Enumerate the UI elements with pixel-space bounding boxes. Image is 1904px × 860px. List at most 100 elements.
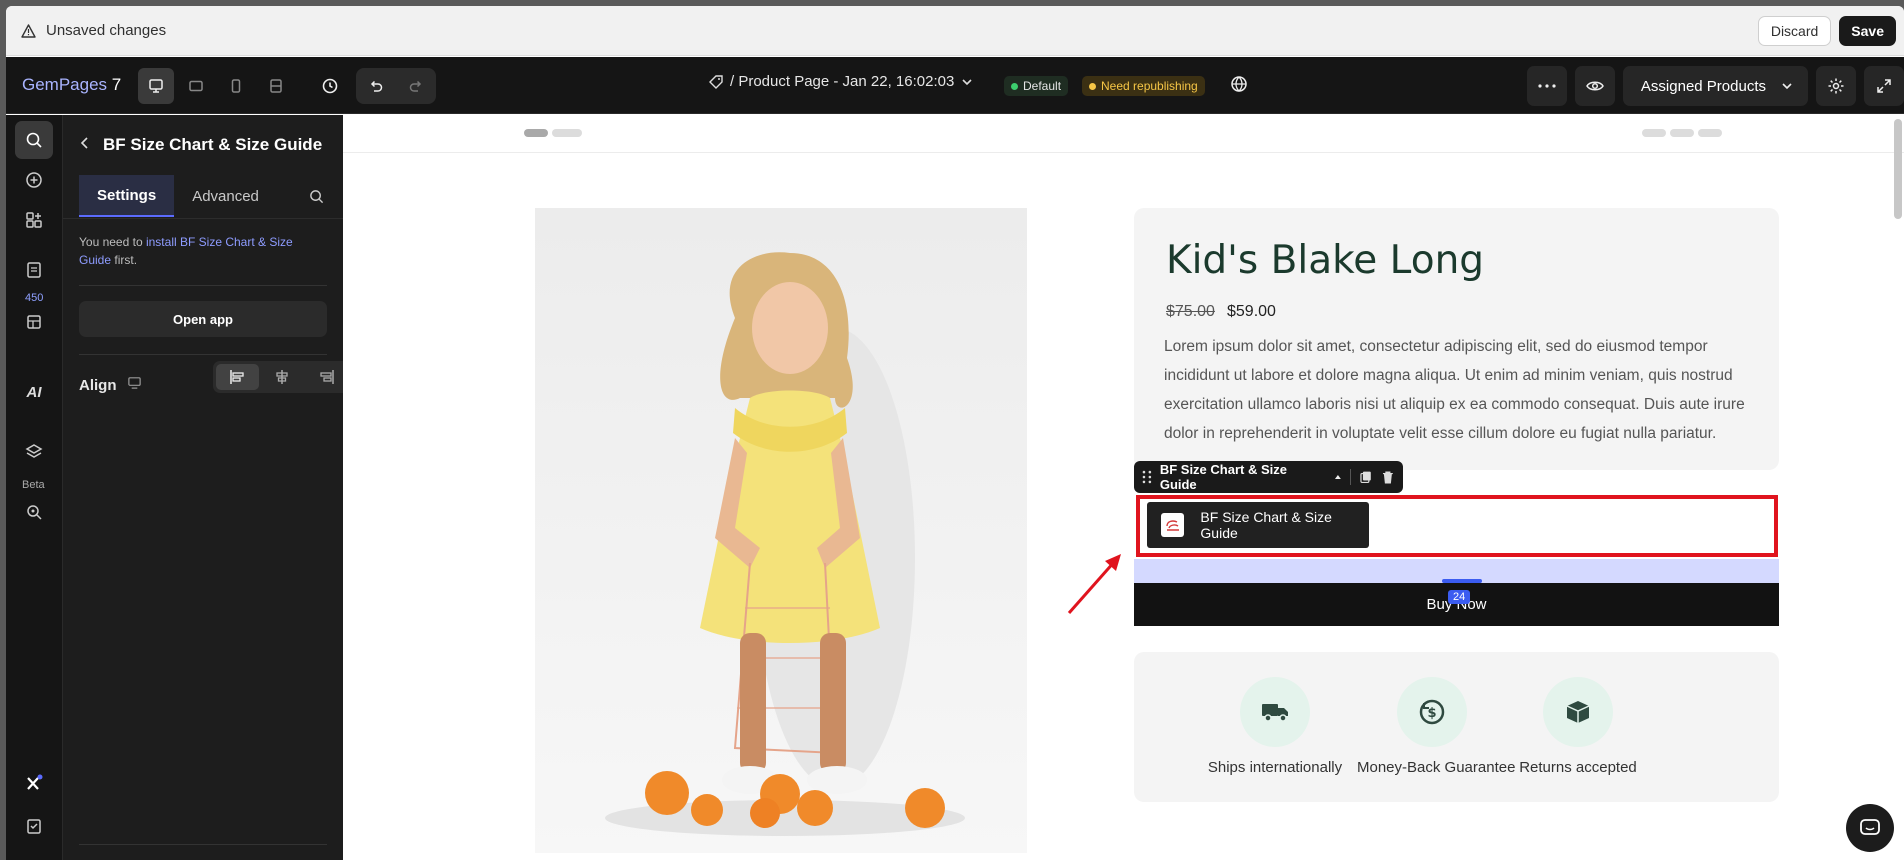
search-rail-button[interactable] (15, 121, 53, 159)
unsaved-changes-bar: Unsaved changes Discard Save (6, 6, 1904, 56)
chevron-down-icon (962, 78, 972, 85)
money-back-icon: $ (1397, 677, 1467, 747)
align-left-button[interactable] (216, 364, 259, 390)
open-app-button[interactable]: Open app (79, 301, 327, 337)
layers-rail-button[interactable] (15, 433, 53, 471)
align-setting: Align (79, 361, 351, 395)
feature-item[interactable]: Ships internationally (1200, 677, 1350, 776)
align-center-icon (276, 370, 288, 384)
selected-element-name[interactable]: BF Size Chart & Size Guide (1160, 462, 1325, 492)
editor-window: Unsaved changes Discard Save GemPages 7 (6, 6, 1904, 860)
canvas-scrollbar[interactable] (1894, 119, 1902, 219)
mobile-view-button[interactable] (218, 68, 254, 104)
features-card[interactable]: Ships internationally $ Money-Back Guara… (1134, 652, 1779, 802)
location-rail-button[interactable] (15, 485, 53, 523)
box-icon (1543, 677, 1613, 747)
preview-button[interactable] (1574, 66, 1615, 106)
page-icon (27, 262, 41, 278)
undo-button[interactable] (356, 68, 396, 104)
republish-status-badge: Need republishing (1082, 76, 1205, 96)
feature-label: Money-Back Guarantee (1357, 759, 1516, 776)
svg-text:$: $ (1427, 706, 1436, 721)
align-left-icon (230, 370, 244, 384)
undo-icon (370, 80, 383, 92)
align-center-button[interactable] (261, 364, 304, 390)
align-right-button[interactable] (305, 364, 348, 390)
unsaved-message: Unsaved changes (46, 22, 167, 39)
apps-rail-button[interactable] (15, 201, 53, 239)
page-canvas[interactable]: Kid's Blake Long $75.00 $59.00 Lorem ips… (343, 115, 1904, 860)
pages-rail-button[interactable] (15, 251, 53, 289)
product-description[interactable]: Lorem ipsum dolor sit amet, consectetur … (1164, 332, 1754, 448)
tablet-landscape-button[interactable] (178, 68, 214, 104)
plus-circle-icon (26, 172, 42, 188)
warning-icon (20, 23, 36, 39)
page-settings-button[interactable] (1816, 66, 1856, 106)
page-title-text: / Product Page - Jan 22, 16:02:03 (730, 73, 955, 90)
chevron-left-icon (80, 137, 88, 149)
checklist-icon (27, 819, 41, 834)
templates-rail-button[interactable] (15, 295, 53, 333)
caret-up-icon (1334, 475, 1341, 479)
align-label: Align (79, 376, 117, 394)
chat-support-button[interactable] (1846, 804, 1894, 852)
expand-icon (1877, 79, 1891, 93)
size-chart-logo-icon (1161, 513, 1185, 537)
drag-handle-icon (1142, 470, 1152, 484)
product-image[interactable] (535, 208, 1027, 853)
discard-button[interactable]: Discard (1757, 16, 1832, 46)
undo-redo-group (356, 68, 436, 104)
ai-icon: AI (26, 383, 42, 401)
tag-icon (709, 74, 723, 89)
feature-item[interactable]: Returns accepted (1503, 677, 1653, 776)
apps-icon (26, 212, 42, 228)
tablet-icon (189, 80, 203, 92)
ai-rail-button[interactable]: AI (15, 373, 53, 411)
feature-label: Returns accepted (1519, 759, 1637, 776)
product-info-card[interactable]: Kid's Blake Long $75.00 $59.00 Lorem ips… (1134, 208, 1779, 470)
history-button[interactable] (312, 68, 348, 104)
save-button[interactable]: Save (1839, 16, 1896, 46)
spacing-drag-handle[interactable] (1442, 579, 1482, 583)
element-toolbar: BF Size Chart & Size Guide (1134, 461, 1403, 493)
chevron-down-icon (1782, 83, 1792, 90)
gempages-logo[interactable]: GemPages 7 (22, 75, 121, 95)
tab-advanced[interactable]: Advanced (174, 175, 277, 217)
integrations-rail-button[interactable] (15, 764, 53, 802)
tab-settings[interactable]: Settings (79, 175, 175, 217)
clock-icon (322, 78, 338, 94)
search-settings-icon[interactable] (309, 189, 324, 209)
align-right-icon (320, 370, 334, 384)
page-title-selector[interactable]: / Product Page - Jan 22, 16:02:03 (708, 73, 974, 90)
spacing-value: 24 (1448, 590, 1471, 604)
search-icon (26, 132, 42, 148)
left-icon-rail: 450 AI Beta (6, 115, 63, 860)
feature-item[interactable]: $ Money-Back Guarantee (1357, 677, 1516, 776)
canvas-header-placeholder (343, 115, 1904, 153)
assigned-products-dropdown[interactable]: Assigned Products (1622, 66, 1808, 106)
feature-label: Ships internationally (1207, 759, 1343, 776)
responsive-view-button[interactable] (258, 68, 294, 104)
more-options-button[interactable] (1526, 66, 1567, 106)
checklist-rail-button[interactable] (15, 807, 53, 845)
add-element-rail-button[interactable] (15, 161, 53, 199)
layers-icon (25, 444, 43, 458)
responsive-device-icon[interactable] (127, 375, 142, 395)
truck-icon (1240, 677, 1310, 747)
ellipsis-icon (1538, 84, 1556, 88)
device-switcher (138, 68, 294, 104)
responsive-icon (270, 79, 282, 93)
fullscreen-button[interactable] (1864, 66, 1904, 106)
globe-icon[interactable] (1230, 75, 1248, 98)
back-button[interactable] (77, 135, 93, 156)
template-icon (27, 315, 41, 329)
product-title[interactable]: Kid's Blake Long (1166, 238, 1484, 283)
compare-price[interactable]: $75.00 (1166, 303, 1215, 321)
eye-icon (1586, 81, 1604, 91)
desktop-icon (149, 79, 163, 93)
product-price[interactable]: $59.00 (1227, 303, 1276, 321)
redo-button[interactable] (396, 68, 436, 104)
size-chart-app-button[interactable]: BF Size Chart & Size Guide (1147, 502, 1369, 548)
panel-tabs: Settings Advanced (79, 175, 277, 217)
desktop-view-button[interactable] (138, 68, 174, 104)
